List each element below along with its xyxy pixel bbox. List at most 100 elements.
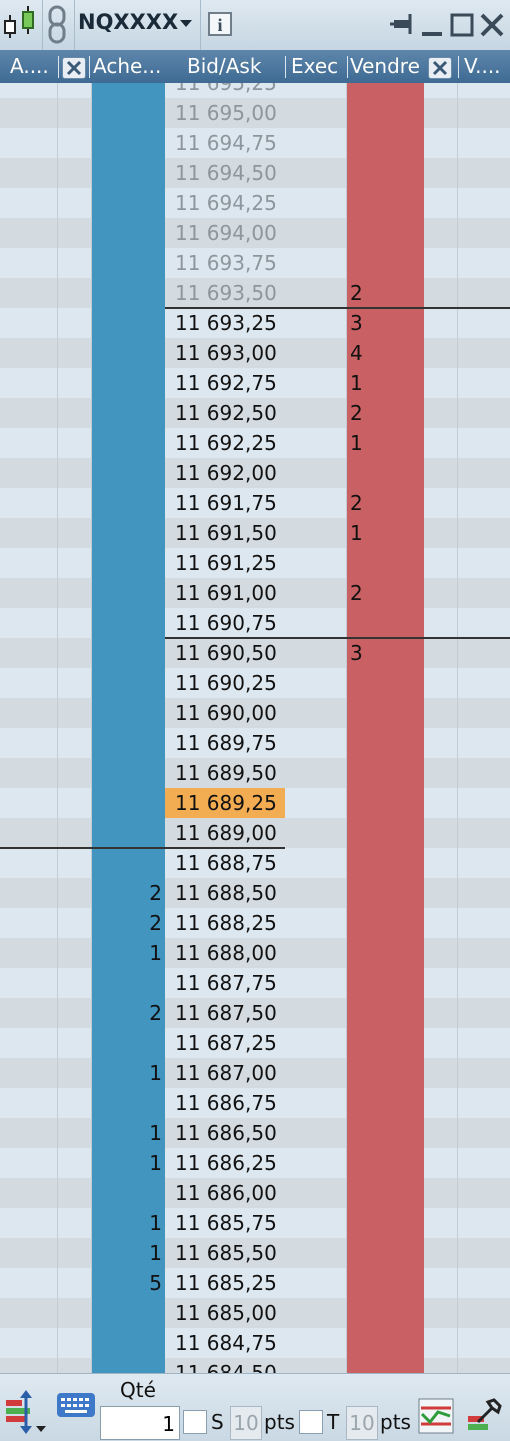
sell-cell[interactable] [347,158,424,188]
buy-cell[interactable] [92,788,165,818]
sell-cell[interactable] [347,1208,424,1238]
price-cell[interactable]: 11 688,50 [165,878,285,908]
buy-cell[interactable]: 1 [92,1058,165,1088]
sell-cell[interactable] [347,128,424,158]
price-cell[interactable]: 11 687,75 [165,968,285,998]
sell-cell[interactable]: 1 [347,518,424,548]
buy-cell[interactable] [92,398,165,428]
buy-cell[interactable] [92,818,165,848]
sell-cell[interactable] [347,98,424,128]
price-cell[interactable]: 11 694,75 [165,128,285,158]
column-header-v[interactable]: V.... [464,50,510,83]
sell-cell[interactable] [347,188,424,218]
quantity-input[interactable]: 1 [100,1406,180,1440]
price-cell[interactable]: 11 695,00 [165,98,285,128]
buy-cell[interactable] [92,128,165,158]
price-cell[interactable]: 11 693,50 [165,278,285,308]
sell-cell[interactable] [347,1238,424,1268]
cancel-buy-orders-button[interactable] [62,57,86,79]
sell-cell[interactable]: 3 [347,638,424,668]
price-cell[interactable]: 11 693,00 [165,338,285,368]
price-cell[interactable]: 11 684,75 [165,1328,285,1358]
price-cell[interactable]: 11 690,75 [165,608,285,638]
pin-icon[interactable] [390,14,412,34]
buy-cell[interactable] [92,578,165,608]
sell-cell[interactable]: 1 [347,428,424,458]
buy-cell[interactable] [92,758,165,788]
buy-cell[interactable] [92,158,165,188]
order-tools-button[interactable] [2,1388,50,1440]
price-cell[interactable]: 11 685,25 [165,1268,285,1298]
price-cell[interactable]: 11 692,25 [165,428,285,458]
cancel-sell-orders-button[interactable] [428,57,452,79]
buy-cell[interactable] [92,368,165,398]
instrument-selector[interactable]: NQXXXX [74,0,201,50]
sell-cell[interactable] [347,728,424,758]
price-cell[interactable]: 11 688,00 [165,938,285,968]
price-cell[interactable]: 11 691,00 [165,578,285,608]
buy-cell[interactable] [92,638,165,668]
sell-cell[interactable]: 1 [347,368,424,398]
buy-cell[interactable] [92,848,165,878]
price-cell[interactable]: 11 691,50 [165,518,285,548]
sell-cell[interactable] [347,1358,424,1373]
sell-cell[interactable]: 2 [347,278,424,308]
trade-chart-button[interactable] [418,1398,454,1438]
price-cell[interactable]: 11 690,50 [165,638,285,668]
buy-cell[interactable] [92,488,165,518]
price-cell[interactable]: 11 686,00 [165,1178,285,1208]
sell-cell[interactable] [347,668,424,698]
buy-cell[interactable] [92,698,165,728]
buy-cell[interactable] [92,98,165,128]
maximize-icon[interactable] [450,13,474,37]
link-button[interactable] [42,0,75,50]
sell-cell[interactable]: 2 [347,398,424,428]
price-cell[interactable]: 11 687,25 [165,1028,285,1058]
price-cell[interactable]: 11 694,00 [165,218,285,248]
buy-cell[interactable] [92,83,165,98]
target-points-input[interactable]: 10 [346,1406,378,1440]
sell-cell[interactable] [347,548,424,578]
sell-cell[interactable]: 2 [347,578,424,608]
column-header-sell[interactable]: Vendre [350,50,424,83]
buy-cell[interactable]: 5 [92,1268,165,1298]
stop-checkbox[interactable] [183,1410,207,1434]
buy-cell[interactable] [92,1178,165,1208]
column-header-buy[interactable]: Ache... [93,50,165,83]
sell-cell[interactable] [347,1088,424,1118]
sell-cell[interactable] [347,1028,424,1058]
sell-cell[interactable] [347,1328,424,1358]
buy-cell[interactable]: 1 [92,1238,165,1268]
buy-cell[interactable]: 2 [92,998,165,1028]
column-header-exec[interactable]: Exec [291,50,345,83]
buy-cell[interactable] [92,248,165,278]
price-cell[interactable]: 11 688,75 [165,848,285,878]
sell-cell[interactable] [347,968,424,998]
price-cell[interactable]: 11 685,50 [165,1238,285,1268]
price-cell[interactable]: 11 692,00 [165,458,285,488]
buy-cell[interactable] [92,1328,165,1358]
price-cell[interactable]: 11 688,25 [165,908,285,938]
sell-cell[interactable] [347,1118,424,1148]
price-cell[interactable]: 11 691,25 [165,548,285,578]
column-header-bid-ask[interactable]: Bid/Ask [187,50,282,83]
sell-cell[interactable] [347,248,424,278]
buy-cell[interactable] [92,218,165,248]
price-cell[interactable]: 11 693,25 [165,308,285,338]
price-cell[interactable]: 11 694,50 [165,158,285,188]
sell-cell[interactable] [347,83,424,98]
price-cell[interactable]: 11 693,75 [165,248,285,278]
price-cell[interactable]: 11 689,75 [165,728,285,758]
buy-cell[interactable] [92,278,165,308]
price-cell[interactable]: 11 686,25 [165,1148,285,1178]
sell-cell[interactable] [347,998,424,1028]
sell-cell[interactable] [347,1178,424,1208]
close-icon[interactable] [480,13,504,37]
sell-cell[interactable] [347,608,424,638]
buy-cell[interactable]: 1 [92,938,165,968]
price-cell[interactable]: 11 691,75 [165,488,285,518]
stop-points-input[interactable]: 10 [230,1406,262,1440]
buy-cell[interactable]: 1 [92,1148,165,1178]
keyboard-button[interactable] [56,1392,96,1422]
sell-cell[interactable] [347,938,424,968]
